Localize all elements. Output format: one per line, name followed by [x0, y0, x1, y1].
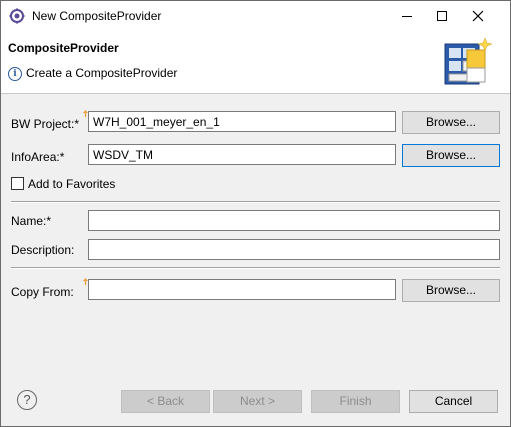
minimize-icon [402, 16, 412, 17]
banner-title: CompositeProvider [8, 41, 119, 55]
separator [11, 201, 500, 203]
copy-from-label: Copy From: [11, 285, 74, 299]
bw-project-input[interactable] [88, 111, 396, 132]
copy-from-browse-button[interactable]: Browse... [402, 279, 500, 302]
help-icon[interactable]: ? [17, 390, 37, 410]
cancel-button[interactable]: Cancel [409, 390, 498, 413]
banner-message: Create a CompositeProvider [26, 66, 178, 80]
title-bar[interactable]: New CompositeProvider [1, 1, 510, 31]
description-input[interactable] [88, 239, 500, 260]
close-button[interactable] [461, 1, 495, 31]
composite-provider-wizard-icon [444, 37, 493, 85]
copy-from-input[interactable] [88, 279, 396, 300]
add-to-favorites-label[interactable]: Add to Favorites [28, 177, 115, 191]
bw-project-label: BW Project:* [11, 117, 80, 131]
minimize-button[interactable] [390, 1, 424, 31]
description-label: Description: [11, 243, 75, 257]
infoarea-label: InfoArea:* [11, 150, 65, 164]
next-button[interactable]: Next > [213, 390, 302, 413]
infoarea-browse-button[interactable]: Browse... [402, 144, 500, 167]
bw-project-browse-button[interactable]: Browse... [402, 111, 500, 134]
separator [11, 267, 500, 269]
maximize-icon [437, 11, 447, 21]
info-icon: i [8, 67, 22, 81]
maximize-button[interactable] [425, 1, 459, 31]
infoarea-input[interactable] [88, 144, 396, 165]
wizard-banner: CompositeProvider i Create a CompositePr… [1, 31, 510, 94]
eclipse-gear-icon [9, 8, 25, 24]
name-label: Name:* [11, 214, 52, 228]
dialog-window: New CompositeProvider CompositeProvider … [0, 0, 511, 427]
name-input[interactable] [88, 210, 500, 231]
back-button[interactable]: < Back [121, 390, 210, 413]
close-icon [472, 10, 484, 22]
add-to-favorites-checkbox[interactable] [11, 177, 24, 190]
finish-button[interactable]: Finish [311, 390, 400, 413]
window-title: New CompositeProvider [32, 9, 162, 23]
